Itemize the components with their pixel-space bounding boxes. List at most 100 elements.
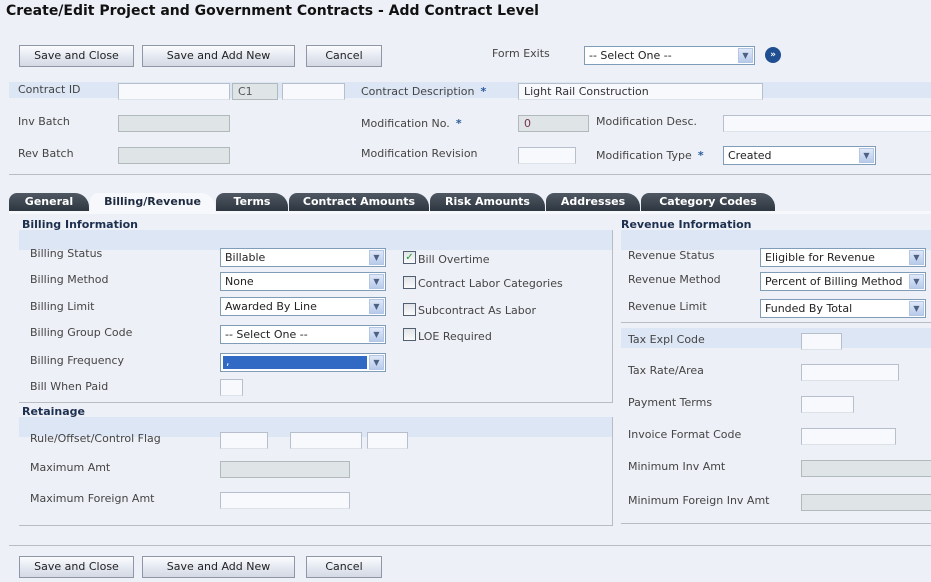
chevron-down-icon: ▼ <box>369 274 384 289</box>
divider <box>621 523 931 524</box>
minimum-foreign-inv-amt-field <box>801 494 931 511</box>
billing-status-select[interactable]: Billable ▼ <box>220 248 386 267</box>
revenue-status-value: Eligible for Revenue <box>765 251 875 264</box>
minimum-foreign-inv-amt-label: Minimum Foreign Inv Amt <box>628 494 770 507</box>
tab-general[interactable]: General <box>9 193 89 211</box>
invoice-format-code-field[interactable] <box>801 428 896 445</box>
loe-required-checkbox[interactable] <box>403 328 416 341</box>
rev-batch-field <box>118 147 230 164</box>
save-and-close-button[interactable]: Save and Close <box>19 45 134 67</box>
chevron-down-icon: ▼ <box>909 301 924 316</box>
form-exits-label: Form Exits <box>492 47 550 60</box>
form-exits-select[interactable]: -- Select One -- ▼ <box>584 46 755 65</box>
contract-company-field[interactable] <box>282 83 345 100</box>
billing-method-label: Billing Method <box>30 273 109 286</box>
bill-when-paid-label: Bill When Paid <box>30 380 109 393</box>
billing-method-select[interactable]: None ▼ <box>220 272 386 291</box>
save-and-close-button-bottom[interactable]: Save and Close <box>19 556 134 578</box>
tab-contract-amounts[interactable]: Contract Amounts <box>289 193 429 211</box>
billing-status-value: Billable <box>225 251 266 264</box>
maximum-foreign-amt-field[interactable] <box>220 492 350 509</box>
billing-method-value: None <box>225 275 254 288</box>
tab-strip-base <box>9 211 931 214</box>
modification-no-label: Modification No. * <box>361 117 462 130</box>
bill-when-paid-field[interactable] <box>220 379 243 396</box>
save-and-add-new-button-bottom[interactable]: Save and Add New <box>142 556 295 578</box>
tax-expl-code-field[interactable] <box>801 333 842 350</box>
modification-desc-field[interactable] <box>723 115 931 132</box>
contract-labor-categories-checkbox[interactable] <box>403 276 416 289</box>
chevron-down-icon: ▼ <box>738 48 753 63</box>
save-and-add-new-button[interactable]: Save and Add New <box>142 45 295 67</box>
maximum-amt-label: Maximum Amt <box>30 461 111 474</box>
cancel-button-bottom[interactable]: Cancel <box>306 556 382 578</box>
tab-risk-amounts[interactable]: Risk Amounts <box>430 193 545 211</box>
minimum-inv-amt-label: Minimum Inv Amt <box>628 460 726 473</box>
divider <box>621 322 931 323</box>
modification-desc-label: Modification Desc. <box>596 115 698 128</box>
tax-expl-code-label: Tax Expl Code <box>628 333 705 346</box>
retainage-control-flag-field[interactable] <box>367 432 408 449</box>
revenue-limit-label: Revenue Limit <box>628 300 707 313</box>
billing-group-code-value: -- Select One -- <box>225 328 308 341</box>
modification-type-value: Created <box>728 149 772 162</box>
rev-batch-label: Rev Batch <box>18 147 74 160</box>
contract-type-field: C1 <box>232 83 278 100</box>
revenue-status-label: Revenue Status <box>628 249 715 262</box>
loe-required-label: LOE Required <box>418 330 492 343</box>
rule-offset-control-label: Rule/Offset/Control Flag <box>30 432 161 445</box>
chevron-down-icon: ▼ <box>859 148 874 163</box>
contract-id-field[interactable] <box>118 83 230 100</box>
subcontract-as-labor-checkbox[interactable] <box>403 303 416 316</box>
invoice-format-code-label: Invoice Format Code <box>628 428 742 441</box>
modification-no-field: 0 <box>518 115 589 132</box>
chevron-down-icon: ▼ <box>369 250 384 265</box>
tab-category-codes[interactable]: Category Codes <box>641 193 775 211</box>
modification-revision-field[interactable] <box>518 147 576 164</box>
retainage-rule-field[interactable] <box>220 432 268 449</box>
billing-frequency-label: Billing Frequency <box>30 354 125 367</box>
billing-frequency-value: , <box>223 356 367 369</box>
revenue-status-select[interactable]: Eligible for Revenue ▼ <box>760 248 926 267</box>
billing-status-label: Billing Status <box>30 247 103 260</box>
tax-rate-area-label: Tax Rate/Area <box>628 364 704 377</box>
billing-group-code-label: Billing Group Code <box>30 326 133 339</box>
retainage-offset-field[interactable] <box>290 432 362 449</box>
minimum-inv-amt-field <box>801 460 931 477</box>
chevron-down-icon: ▼ <box>369 299 384 314</box>
modification-revision-label: Modification Revision <box>361 147 478 160</box>
contract-description-label: Contract Description * <box>361 85 487 98</box>
tab-billing-revenue[interactable]: Billing/Revenue <box>90 193 215 212</box>
revenue-limit-select[interactable]: Funded By Total ▼ <box>760 299 926 318</box>
billing-group-code-select[interactable]: -- Select One -- ▼ <box>220 325 386 344</box>
tax-rate-area-field[interactable] <box>801 364 899 381</box>
bill-overtime-label: Bill Overtime <box>418 253 490 266</box>
double-chevron-right-icon[interactable]: » <box>765 47 781 63</box>
chevron-down-icon: ▼ <box>909 250 924 265</box>
inv-batch-field <box>118 115 230 132</box>
revenue-method-label: Revenue Method <box>628 273 721 286</box>
bill-overtime-checkbox[interactable]: ✓ <box>403 251 416 264</box>
tab-terms[interactable]: Terms <box>216 193 288 211</box>
revenue-method-value: Percent of Billing Method <box>765 275 903 288</box>
contract-description-field[interactable]: Light Rail Construction <box>518 83 763 100</box>
contract-id-label: Contract ID <box>18 83 81 96</box>
billing-frequency-select[interactable]: , ▼ <box>220 353 386 372</box>
contract-labor-categories-label: Contract Labor Categories <box>418 277 563 290</box>
cancel-button[interactable]: Cancel <box>306 45 382 67</box>
billing-band <box>19 230 612 250</box>
billing-limit-select[interactable]: Awarded By Line ▼ <box>220 297 386 316</box>
page-title: Create/Edit Project and Government Contr… <box>6 3 539 19</box>
revenue-method-select[interactable]: Percent of Billing Method ▼ <box>760 272 926 291</box>
revenue-limit-value: Funded By Total <box>765 302 853 315</box>
modification-type-label: Modification Type * <box>596 149 704 162</box>
maximum-foreign-amt-label: Maximum Foreign Amt <box>30 492 155 505</box>
inv-batch-label: Inv Batch <box>18 115 70 128</box>
billing-limit-value: Awarded By Line <box>225 300 317 313</box>
divider <box>9 545 931 546</box>
payment-terms-field[interactable] <box>801 396 854 413</box>
tab-addresses[interactable]: Addresses <box>546 193 640 211</box>
form-exits-value: -- Select One -- <box>589 49 672 62</box>
revenue-band <box>621 230 931 250</box>
modification-type-select[interactable]: Created ▼ <box>723 146 876 165</box>
